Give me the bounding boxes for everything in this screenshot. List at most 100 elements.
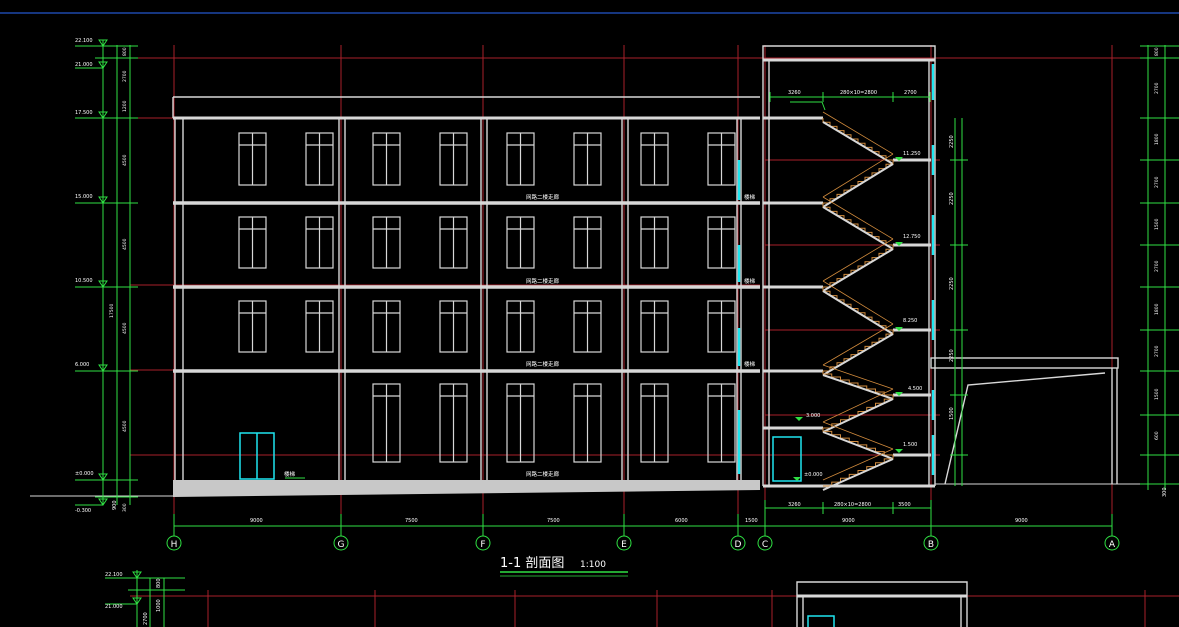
stair-flight: [823, 455, 894, 487]
elevation-label: ±0.000: [804, 472, 823, 478]
dimension-value: 4500: [122, 420, 128, 432]
elevation-label: -0.300: [75, 508, 91, 514]
dimension-value: 300: [1162, 487, 1168, 497]
stair-label: 楼梯: [744, 193, 756, 201]
dimension-value: 1200: [122, 100, 128, 112]
elevation-label: 22.100: [105, 572, 123, 578]
elevation-label: 10.500: [75, 278, 93, 284]
dimension-value: 7500: [547, 518, 560, 524]
stair-flight: [823, 330, 894, 372]
dimension-value: 7500: [405, 518, 418, 524]
axis-bubble-h: H: [166, 535, 182, 551]
dimension-value: 800: [122, 47, 128, 56]
elevation-label: 21.000: [75, 62, 93, 68]
dimension-value: 9000: [250, 518, 263, 524]
stair-flight: [822, 428, 893, 456]
axis-bubble-c: C: [757, 535, 773, 551]
svg-text:D: D: [735, 540, 742, 550]
axis-bubble-g: G: [333, 535, 349, 551]
axis-bubble-b: B: [923, 535, 939, 551]
axis-bubble-f: F: [475, 535, 491, 551]
grid-axis-bubbles: H G F E D C B A: [166, 535, 1120, 551]
dimension-value: 3500: [898, 502, 911, 508]
dimension-value: 3260: [788, 502, 801, 508]
elevation-label: 3.000: [806, 413, 820, 419]
room-label: 网路二楼走廊: [526, 193, 560, 201]
dimension-value: 9000: [842, 518, 855, 524]
elevation-markers: [793, 157, 903, 481]
dimension-value: 600: [1154, 431, 1160, 440]
elevation-label: 4.500: [908, 386, 922, 392]
curtain-wall-glazing: [737, 64, 935, 475]
axis-bubble-d: D: [730, 535, 746, 551]
axis-bubble-e: E: [616, 535, 632, 551]
dimension-value: 800: [1154, 47, 1160, 56]
right-dimension-values: 800 2700 1800 2700 1500 2700 1800 2700 1…: [1154, 47, 1160, 440]
svg-text:H: H: [171, 540, 178, 550]
elevation-label: 22.100: [75, 38, 93, 44]
elevation-label: 1.500: [903, 442, 917, 448]
svg-text:E: E: [621, 540, 627, 550]
dimension-value: 1800: [1154, 133, 1160, 145]
stair-flight: [822, 118, 893, 161]
elevation-label: 11.250: [903, 151, 921, 157]
dimension-value: 280×10=2800: [840, 90, 877, 96]
room-labels: 网路二楼走廊 网路二楼走廊 网路二楼走廊 网路二楼走廊 楼梯 楼梯 楼梯 楼梯: [284, 193, 756, 478]
cad-drawing-canvas[interactable]: 网路二楼走廊 网路二楼走廊 网路二楼走廊 网路二楼走廊 楼梯 楼梯 楼梯 楼梯 …: [0, 0, 1179, 627]
svg-text:C: C: [762, 540, 768, 550]
elevation-label: 6.000: [75, 362, 89, 368]
dimension-value: 1500: [949, 407, 955, 420]
dimension-value: 2700: [1154, 82, 1160, 94]
stair-flight: [822, 371, 893, 396]
dimension-value: 2700: [1154, 345, 1160, 357]
room-label: 网路二楼走廊: [526, 470, 560, 478]
dimension-value: 1000: [156, 599, 162, 612]
elevation-label: 12.750: [903, 234, 921, 240]
dimension-value: 6000: [675, 518, 688, 524]
dimension-value: 1800: [1154, 303, 1160, 315]
elevation-label: ±0.000: [75, 471, 94, 477]
dimension-value: 280×10=2800: [834, 502, 871, 508]
dimension-value: 800: [156, 578, 162, 588]
elevation-label: 21.000: [105, 604, 123, 610]
dimension-value: 2700: [143, 612, 149, 625]
room-label: 网路二楼走廊: [526, 360, 560, 368]
dimension-value: 1500: [1154, 218, 1160, 230]
dimension-value: 17500: [109, 304, 115, 318]
stair-flight: [823, 160, 894, 204]
dimension-value: 300: [122, 503, 128, 512]
bottom-dimension-lines: [173, 500, 1113, 536]
stair-flight: [822, 287, 893, 331]
dimension-value: 3260: [788, 90, 801, 96]
dimension-value: 9000: [1015, 518, 1028, 524]
svg-text:G: G: [338, 540, 345, 550]
drawing-scale: 1:100: [580, 560, 606, 570]
dimension-value: 2700: [1154, 176, 1160, 188]
elevation-label: 8.250: [903, 318, 917, 324]
dimension-value: 2700: [1154, 260, 1160, 272]
dimension-value: 4500: [122, 238, 128, 250]
interior-columns: [338, 118, 742, 486]
dimension-value: 2250: [949, 349, 955, 362]
svg-text:A: A: [1109, 540, 1116, 550]
axis-bubble-a: A: [1104, 535, 1120, 551]
svg-text:B: B: [928, 540, 934, 550]
stair-flight: [822, 203, 893, 246]
stair-label: 楼梯: [284, 470, 296, 478]
elevation-label: 15.000: [75, 194, 93, 200]
room-label: 网路二楼走廊: [526, 277, 560, 285]
stair-flights: [822, 111, 894, 491]
stair-label: 楼梯: [744, 277, 756, 285]
drawing-title-block: 1-1 剖面图 1:100: [500, 556, 628, 577]
svg-text:F: F: [480, 540, 485, 550]
left-dimension-values: 800 2700 1200 4500 4500 4500 4500 300 17…: [109, 47, 128, 512]
annex-canopy: [930, 357, 1119, 485]
stair-flight: [823, 245, 894, 288]
dimension-value: 2700: [904, 90, 917, 96]
dimension-value: 4500: [122, 154, 128, 166]
dimension-value: 2250: [949, 192, 955, 205]
dimension-value: 1500: [1154, 388, 1160, 400]
stair-flight: [823, 395, 894, 429]
dimension-value: 1500: [745, 518, 758, 524]
stair-label: 楼梯: [744, 360, 756, 368]
